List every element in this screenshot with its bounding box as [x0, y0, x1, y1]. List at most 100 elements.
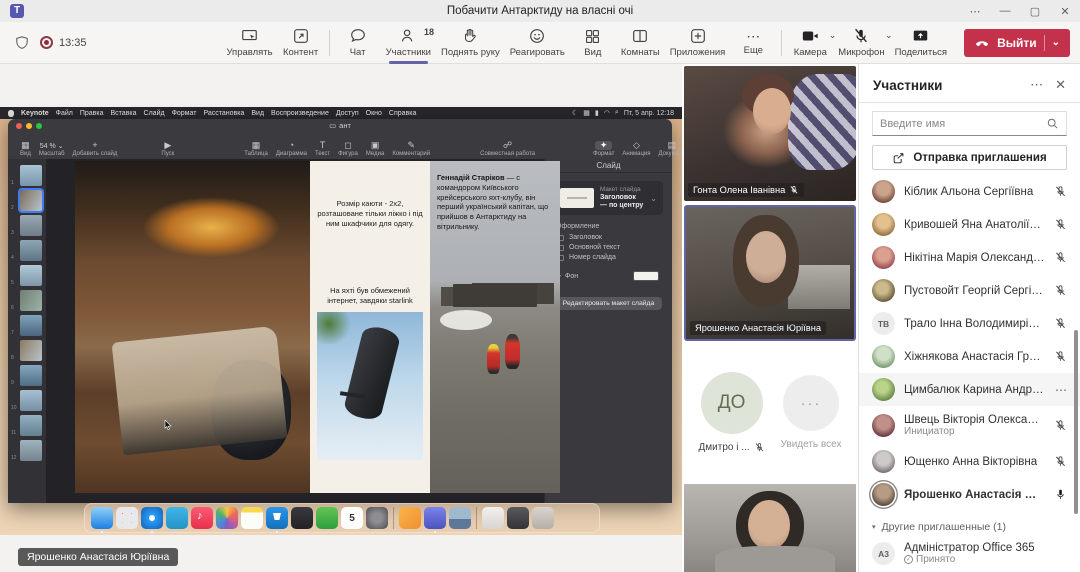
- keynote-view-button[interactable]: ▦Вид: [20, 141, 31, 157]
- wifi-icon[interactable]: ◠: [604, 109, 610, 117]
- camera-button[interactable]: ⌄ Камера: [787, 22, 833, 64]
- slide-thumb-12[interactable]: 12: [20, 440, 42, 461]
- participant-row[interactable]: Кривошей Яна Анатоліївна: [859, 208, 1080, 241]
- menubar-item-slide[interactable]: Слайд: [144, 110, 165, 117]
- slide-thumb-1[interactable]: 1: [20, 165, 42, 186]
- slide-thumb-7[interactable]: 7: [20, 315, 42, 336]
- window-close-button[interactable]: ✕: [1050, 0, 1080, 22]
- menubar-item-view[interactable]: Вид: [251, 110, 264, 117]
- keynote-zoom-control[interactable]: 54 %⌄Масштаб: [39, 142, 65, 157]
- dock-keynote-icon[interactable]: [266, 507, 288, 529]
- layout-chevron-icon[interactable]: ⌄: [650, 194, 657, 203]
- participant-row[interactable]: ТВ Трало Інна Володимирівна: [859, 307, 1080, 340]
- background-color-well[interactable]: [633, 271, 659, 281]
- see-all-button[interactable]: ··· Увидеть всех: [781, 375, 842, 450]
- dock-pen-app-icon[interactable]: [399, 507, 421, 529]
- dock-numbers-icon[interactable]: [316, 507, 338, 529]
- slide-thumb-3[interactable]: 3: [20, 215, 42, 236]
- keynote-add-slide-button[interactable]: +Добавить слайд: [73, 141, 118, 157]
- chat-button[interactable]: Чат: [335, 22, 381, 64]
- menubar-item-access[interactable]: Доступ: [336, 110, 359, 117]
- dock-photo-editor-icon[interactable]: [291, 507, 313, 529]
- menubar-item-help[interactable]: Справка: [389, 110, 416, 117]
- participants-button[interactable]: 18 Участники: [381, 22, 436, 64]
- title-checkbox[interactable]: Заголовок: [558, 234, 659, 241]
- background-row[interactable]: ▾ Фон: [558, 271, 659, 281]
- dock-minimized-window-icon[interactable]: [482, 507, 504, 529]
- keynote-animate-button[interactable]: ◇Анимация: [622, 141, 650, 157]
- participant-row[interactable]: Пустовойт Георгій Сергійович: [859, 274, 1080, 307]
- view-button[interactable]: Вид: [570, 22, 616, 64]
- participant-row[interactable]: Ющенко Анна Вікторівна: [859, 445, 1080, 478]
- participant-row[interactable]: Хіжнякова Анастасія Григорі...: [859, 340, 1080, 373]
- panel-scrollbar[interactable]: [1074, 330, 1078, 514]
- dock-minimized-window-icon[interactable]: [507, 507, 529, 529]
- dock-telegram-icon[interactable]: [166, 507, 188, 529]
- slide-thumb-10[interactable]: 10: [20, 390, 42, 411]
- slide-thumb-9[interactable]: 9: [20, 365, 42, 386]
- section-collapse-icon[interactable]: ▾: [872, 523, 876, 531]
- keynote-chart-button[interactable]: ◔Диаграмма: [276, 141, 307, 157]
- raise-hand-button[interactable]: Поднять руку: [436, 22, 505, 64]
- other-invited-row[interactable]: А3 Адміністратор Office 365 ✓ Принято: [859, 537, 1080, 570]
- leave-button[interactable]: Выйти ⌄: [964, 29, 1070, 57]
- dock-safari-icon[interactable]: [141, 507, 163, 529]
- slide-thumb-11[interactable]: 11: [20, 415, 42, 436]
- dock-trash-icon[interactable]: [532, 507, 554, 529]
- keynote-table-button[interactable]: ▦Таблица: [244, 141, 268, 157]
- menubar-clock[interactable]: Пт, 5 апр. 12:18: [624, 110, 674, 117]
- send-invite-button[interactable]: Отправка приглашения: [872, 145, 1067, 170]
- slide-thumb-4[interactable]: 4: [20, 240, 42, 261]
- dock-settings-icon[interactable]: [366, 507, 388, 529]
- participant-row[interactable]: Нікітіна Марія Олександрівна: [859, 241, 1080, 274]
- panel-more-button[interactable]: ⋯: [1030, 77, 1043, 93]
- slide-thumb-8[interactable]: 8: [20, 340, 42, 361]
- video-tile-yaroshenko-active[interactable]: Ярошенко Анастасія Юріївна: [684, 205, 856, 341]
- dnd-moon-icon[interactable]: ☾: [572, 109, 578, 117]
- menubar-item-insert[interactable]: Вставка: [111, 110, 137, 117]
- spotlight-icon[interactable]: ⌕: [615, 109, 619, 117]
- other-invited-section[interactable]: ▾ Другие приглашенные (1): [859, 511, 1080, 537]
- dock-notes-icon[interactable]: [241, 507, 263, 529]
- window-more-button[interactable]: ⋯: [960, 0, 990, 22]
- battery-icon[interactable]: ▮: [595, 109, 599, 117]
- traffic-lights[interactable]: [16, 123, 42, 129]
- body-text-checkbox[interactable]: Основной текст: [558, 244, 659, 251]
- apps-button[interactable]: Приложения: [665, 22, 731, 64]
- keynote-document-button[interactable]: ▤Документ: [659, 141, 682, 157]
- dock-wallpaper-app-icon[interactable]: [449, 507, 471, 529]
- dock-launchpad-icon[interactable]: [116, 507, 138, 529]
- menubar-item-edit[interactable]: Правка: [80, 110, 104, 117]
- menubar-item-file[interactable]: Файл: [56, 110, 73, 117]
- menubar-item-play[interactable]: Воспроизведение: [271, 110, 329, 117]
- participant-row-hovered[interactable]: Цимбалюк Карина Андріївна ⋯: [859, 373, 1080, 406]
- dock-finder-icon[interactable]: [91, 507, 113, 529]
- dock-calendar-icon[interactable]: 5: [341, 507, 363, 529]
- window-maximize-button[interactable]: ▢: [1020, 0, 1050, 22]
- manage-button[interactable]: Управлять: [221, 22, 277, 64]
- video-tile-bottom[interactable]: [684, 484, 856, 572]
- participant-row-self[interactable]: Ярошенко Анастасія Юріївна: [859, 478, 1080, 511]
- keynote-comment-button[interactable]: ✎Комментарий: [392, 141, 430, 157]
- leave-chevron-icon[interactable]: ⌄: [1052, 37, 1060, 48]
- mic-button[interactable]: ⌄ Микрофон: [833, 22, 889, 64]
- edit-slide-layout-button[interactable]: Редактировать макет слайда: [555, 297, 662, 310]
- apple-menu-icon[interactable]: [8, 110, 14, 117]
- menubar-item-keynote[interactable]: Keynote: [21, 110, 49, 117]
- dock-music-icon[interactable]: ♪: [191, 507, 213, 529]
- keynote-shape-button[interactable]: ◻Фигура: [338, 141, 358, 157]
- participant-more-button[interactable]: ⋯: [1055, 383, 1067, 397]
- display-icon[interactable]: ▦: [583, 109, 590, 117]
- dock-teams-icon[interactable]: [424, 507, 446, 529]
- react-button[interactable]: Вид Реагировать: [505, 22, 570, 64]
- rooms-button[interactable]: Комнаты: [616, 22, 665, 64]
- menubar-item-window[interactable]: Окно: [366, 110, 382, 117]
- participant-search[interactable]: [872, 111, 1067, 136]
- content-button[interactable]: Контент: [278, 22, 324, 64]
- keynote-media-button[interactable]: ▣Медиа: [366, 141, 384, 157]
- keynote-format-button[interactable]: ✦Формат: [593, 141, 614, 157]
- slide-thumb-6[interactable]: 6: [20, 290, 42, 311]
- share-button[interactable]: Поделиться: [890, 22, 952, 64]
- video-tile-gonta[interactable]: Гонта Олена Іванівна: [684, 66, 856, 201]
- menubar-item-arrange[interactable]: Расстановка: [203, 110, 244, 117]
